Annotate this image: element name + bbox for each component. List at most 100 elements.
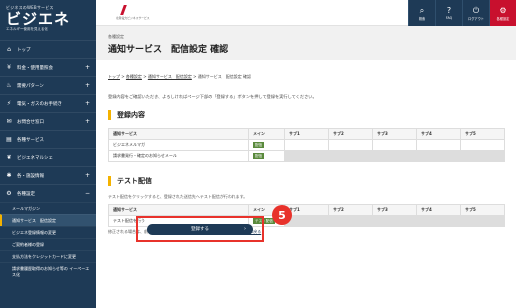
logo[interactable]: ビジネスのWEBサービス ビジエネ エネルギー使用を見える化: [0, 0, 96, 40]
sidebar-item-label: 電気・ガスのお手続き: [17, 101, 62, 107]
sidebar-subitem[interactable]: 請求書履歴取得のお知らせ等の イーペーエス化: [0, 262, 96, 280]
breadcrumb-settings[interactable]: 各種設定: [126, 74, 142, 79]
breadcrumb-separator: >: [193, 74, 197, 79]
expand-icon[interactable]: +: [85, 118, 90, 125]
sub-cell: [284, 139, 329, 151]
expand-icon[interactable]: +: [85, 64, 90, 71]
column-header: サブ2: [328, 128, 373, 140]
header-button-label: 各種設定: [496, 16, 510, 21]
flame-icon: ♨: [6, 82, 12, 89]
sidebar-item[interactable]: ⚡ 電気・ガスのお手続き +: [0, 94, 96, 112]
sub-cell: [372, 215, 417, 227]
sidebar-item[interactable]: ▤ 各種サービス: [0, 130, 96, 148]
sub-cell: [372, 139, 417, 151]
breadcrumb-notify[interactable]: 通知サービス 配信設定: [148, 74, 192, 79]
company-logo-mark: [120, 5, 127, 15]
register-button[interactable]: 登録する ›: [147, 223, 253, 235]
column-header: サブ3: [372, 204, 417, 216]
sub-cell: [284, 150, 329, 162]
gear-icon: ⚙: [6, 190, 12, 197]
sidebar-item-label: ビジエネマルシェ: [17, 155, 53, 161]
top-header: 北陸電力ビジネスサービス ⌕ 検索? FAQ ⏻ ログアウト ⚙ 各種設定: [96, 0, 516, 26]
sidebar-item-label: トップ: [17, 47, 31, 53]
sub-cell: [460, 139, 505, 151]
sidebar-item-label: 需要パターン: [17, 83, 44, 89]
expand-icon[interactable]: −: [85, 190, 90, 197]
sidebar-item-label: 各種設定: [17, 191, 35, 197]
main-cell: 配信: [248, 139, 285, 151]
help-icon: ?: [446, 6, 452, 15]
sub-cell: [328, 139, 373, 151]
breadcrumb: トップ > 各種設定 > 通知サービス 配信設定 > 通知サービス 配信設定 確…: [108, 74, 504, 80]
submit-highlight: 登録する ›: [136, 216, 264, 242]
column-header: 通知サービス: [108, 128, 249, 140]
expand-icon[interactable]: +: [85, 100, 90, 107]
logo-tagline: ビジネスのWEBサービス: [6, 5, 54, 10]
contact-icon: ✉: [6, 118, 12, 125]
sidebar-subitem[interactable]: ビジエネ登録情報の変更: [0, 226, 96, 238]
sidebar-item[interactable]: ✉ お問合せ窓口 +: [0, 112, 96, 130]
section-accent-bar: [108, 176, 111, 186]
sidebar-item-label: 料金・使用量照会: [17, 65, 53, 71]
sidebar-item-label: お問合せ窓口: [17, 119, 44, 125]
home-icon: ⌂: [7, 46, 11, 53]
settings-icon: ⚙: [499, 5, 507, 15]
sub-cell: [328, 215, 373, 227]
company-logo[interactable]: 北陸電力ビジネスサービス: [116, 4, 150, 22]
table-row: ビジエネメルマガ 配信: [108, 139, 505, 151]
sidebar-item[interactable]: ⌂ トップ: [0, 40, 96, 58]
sidebar-subitem[interactable]: 通知サービス 配信設定: [0, 214, 96, 226]
sidebar-subitem[interactable]: ご契約者様の登録: [0, 238, 96, 250]
column-header: サブ3: [372, 128, 417, 140]
logout-icon: ⏻: [472, 5, 480, 15]
test-section-title: テスト配信: [108, 176, 504, 186]
header-button[interactable]: ? FAQ: [435, 0, 462, 26]
sub-cell: [460, 215, 505, 227]
sub-cell: [372, 150, 417, 162]
main-cell: 配信: [248, 150, 285, 162]
plug-icon: ⚡: [6, 100, 12, 107]
column-header: サブ5: [460, 204, 505, 216]
column-header: 通知サービス: [108, 204, 249, 216]
registration-title-label: 登録内容: [117, 111, 145, 119]
sidebar-subitem[interactable]: 支払方法をクレジットカードに変更: [0, 250, 96, 262]
page-heading: 各種設定 通知サービス 配信設定 確認: [96, 26, 516, 60]
sidebar-item[interactable]: ♨ 需要パターン +: [0, 76, 96, 94]
registration-section-title: 登録内容: [108, 110, 504, 120]
header-button[interactable]: ⌕ 検索: [408, 0, 435, 26]
register-button-label: 登録する: [191, 227, 209, 232]
header-button[interactable]: ⏻ ログアウト: [462, 0, 489, 26]
sidebar-subitem[interactable]: メールマガジン: [0, 202, 96, 214]
header-button-label: ログアウト: [468, 16, 484, 21]
column-header: サブ1: [284, 128, 329, 140]
step-number-badge: 5: [272, 205, 292, 225]
page-category: 各種設定: [108, 34, 124, 39]
sub-cell: [328, 150, 373, 162]
sub-cell: [416, 139, 461, 151]
registration-table: 通知サービス メイン サブ1 サブ2 サブ3 サブ4 サブ5 ビジエネメルマガ 配信 請求書発行…: [108, 128, 505, 162]
sidebar-item-label: 各種サービス: [17, 137, 44, 143]
expand-icon[interactable]: +: [85, 82, 90, 89]
sidebar: ビジネスのWEBサービス ビジエネ エネルギー使用を見える化 ⌂ トップ ¥ 料金・使…: [0, 0, 96, 308]
service-name-cell: 請求書発行・確定のお知らせメール: [108, 150, 249, 162]
sidebar-item[interactable]: ❦ ビジエネマルシェ: [0, 148, 96, 166]
section-accent-bar: [108, 110, 111, 120]
breadcrumb-top[interactable]: トップ: [108, 74, 120, 79]
test-note: テスト配信をクリックすると、登録された送信先へテスト配信が行われます。: [108, 194, 248, 199]
sidebar-item[interactable]: ⚙ 各種設定 −: [0, 184, 96, 202]
expand-icon[interactable]: +: [85, 172, 90, 179]
leaf-icon: ❦: [6, 154, 12, 161]
column-header: サブ4: [416, 128, 461, 140]
column-header: サブ5: [460, 128, 505, 140]
header-button-label: 検索: [418, 16, 426, 21]
sub-cell: [416, 150, 461, 162]
page-title: 通知サービス 配信設定 確認: [108, 45, 229, 55]
header-button[interactable]: ⚙ 各種設定: [489, 0, 516, 26]
service-name-cell: ビジエネメルマガ: [108, 139, 249, 151]
sidebar-item[interactable]: ✱ 各・施設情報 +: [0, 166, 96, 184]
logo-name: ビジエネ: [6, 10, 71, 28]
status-badge: 配信: [253, 142, 265, 149]
yen-icon: ¥: [7, 64, 11, 71]
header-button-label: FAQ: [445, 16, 453, 20]
sidebar-item[interactable]: ¥ 料金・使用量照会 +: [0, 58, 96, 76]
